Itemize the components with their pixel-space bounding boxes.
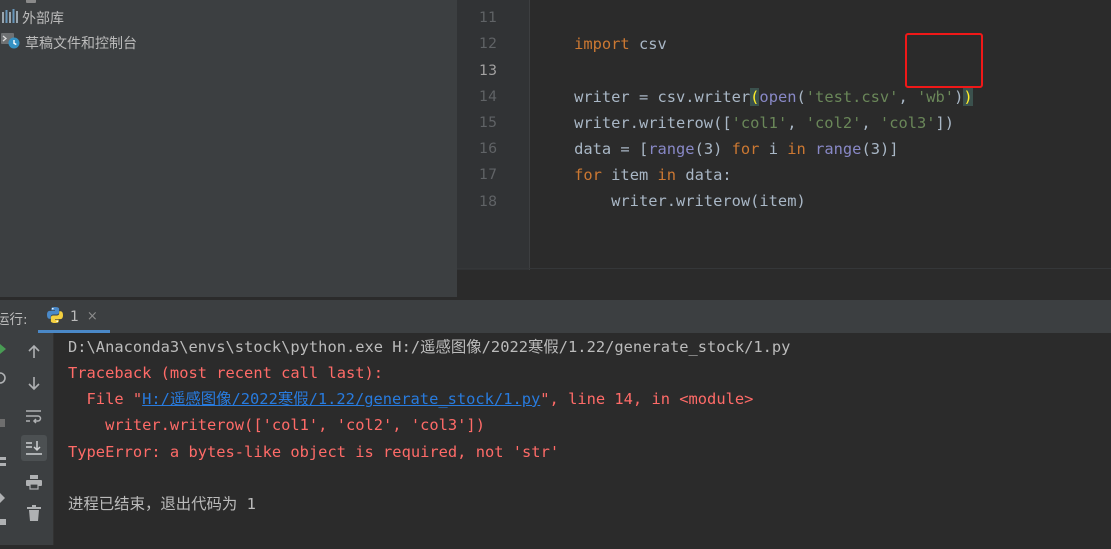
code-line-15[interactable]: data = [range(3) for i in range(3)]: [537, 110, 898, 158]
soft-wrap-icon[interactable]: [21, 403, 47, 429]
traceback-file-prefix: File ": [68, 390, 143, 408]
console-traceback-header: Traceback (most recent call last):: [68, 364, 384, 382]
line-number: 17: [479, 167, 497, 183]
console-exit-message: 进程已结束，退出代码为 1: [68, 495, 256, 513]
run-side-strip: [0, 333, 14, 545]
console-error-message: TypeError: a bytes-like object is requir…: [68, 443, 560, 461]
code-token: ): [954, 88, 964, 106]
up-arrow-icon[interactable]: [21, 339, 47, 365]
run-console[interactable]: D:\Anaconda3\envs\stock\python.exe H:/遥感…: [54, 333, 1111, 545]
line-number: 14: [479, 89, 497, 105]
line-number: 15: [479, 115, 497, 131]
code-line-16[interactable]: for item in data:: [537, 136, 732, 184]
code-line-11[interactable]: import csv: [537, 5, 667, 53]
line-number: 16: [479, 141, 497, 157]
code-token: csv: [629, 35, 667, 53]
tree-item-external-libraries[interactable]: 外部库: [0, 7, 64, 29]
run-window-title: 运行:: [0, 312, 28, 328]
code-token: (3)]: [861, 140, 899, 158]
run-window-header: 运行: 1 ×: [0, 299, 1111, 333]
console-command-line: D:\Anaconda3\envs\stock\python.exe H:/遥感…: [68, 338, 791, 356]
print-icon[interactable]: [21, 469, 47, 495]
matching-paren: ): [963, 88, 973, 106]
line-number: 18: [479, 194, 497, 210]
code-token: i: [759, 140, 788, 158]
project-tool-window: 外部库 草稿文件和控制台: [0, 0, 457, 297]
editor-gutter[interactable]: 11 12 13 14 15 16 17 18: [457, 0, 529, 270]
line-number: 11: [479, 10, 497, 26]
tree-item-label: 外部库: [22, 11, 64, 27]
code-editor[interactable]: 11 12 13 14 15 16 17 18 import csv write…: [457, 0, 1111, 297]
code-token: writer.writerow(item): [574, 192, 806, 210]
scratches-icon: [1, 32, 21, 54]
scroll-to-end-icon[interactable]: [21, 435, 47, 461]
code-token: ]): [935, 114, 955, 132]
traceback-file-suffix: ", line 14, in <module>: [540, 390, 754, 408]
tree-item-scratches-and-consoles[interactable]: 草稿文件和控制台: [0, 32, 137, 54]
traceback-file-link[interactable]: H:/遥感图像/2022寒假/1.22/generate_stock/1.py: [142, 390, 540, 408]
side-strip-icons: [0, 344, 6, 525]
close-tab-icon[interactable]: ×: [87, 309, 98, 324]
library-icon: [2, 9, 18, 27]
tree-item-truncated: [26, 0, 36, 3]
annotation-highlight-box: [905, 33, 983, 88]
run-tab[interactable]: 1 ×: [38, 300, 110, 333]
gutter-separator: [529, 0, 530, 270]
console-traceback-file-line: File "H:/遥感图像/2022寒假/1.22/generate_stock…: [68, 386, 754, 412]
keyword-token: import: [574, 35, 630, 53]
run-toolbar: [14, 333, 54, 545]
tree-item-label: 草稿文件和控制台: [25, 36, 137, 52]
trash-icon[interactable]: [21, 500, 47, 526]
line-number-current: 13: [479, 63, 497, 79]
editor-bottom-border: [457, 268, 1111, 269]
python-icon: [46, 306, 64, 328]
keyword-token: in: [787, 140, 806, 158]
builtin-token: range: [815, 140, 862, 158]
line-number: 12: [479, 36, 497, 52]
keyword-token: for: [731, 140, 760, 158]
code-line-14[interactable]: writer.writerow(['col1', 'col2', 'col3']…: [537, 84, 954, 132]
console-traceback-source: writer.writerow(['col1', 'col2', 'col3']…: [68, 416, 485, 434]
down-arrow-icon[interactable]: [21, 370, 47, 396]
code-line-17[interactable]: writer.writerow(item): [537, 162, 806, 210]
run-tab-label: 1: [70, 308, 79, 325]
